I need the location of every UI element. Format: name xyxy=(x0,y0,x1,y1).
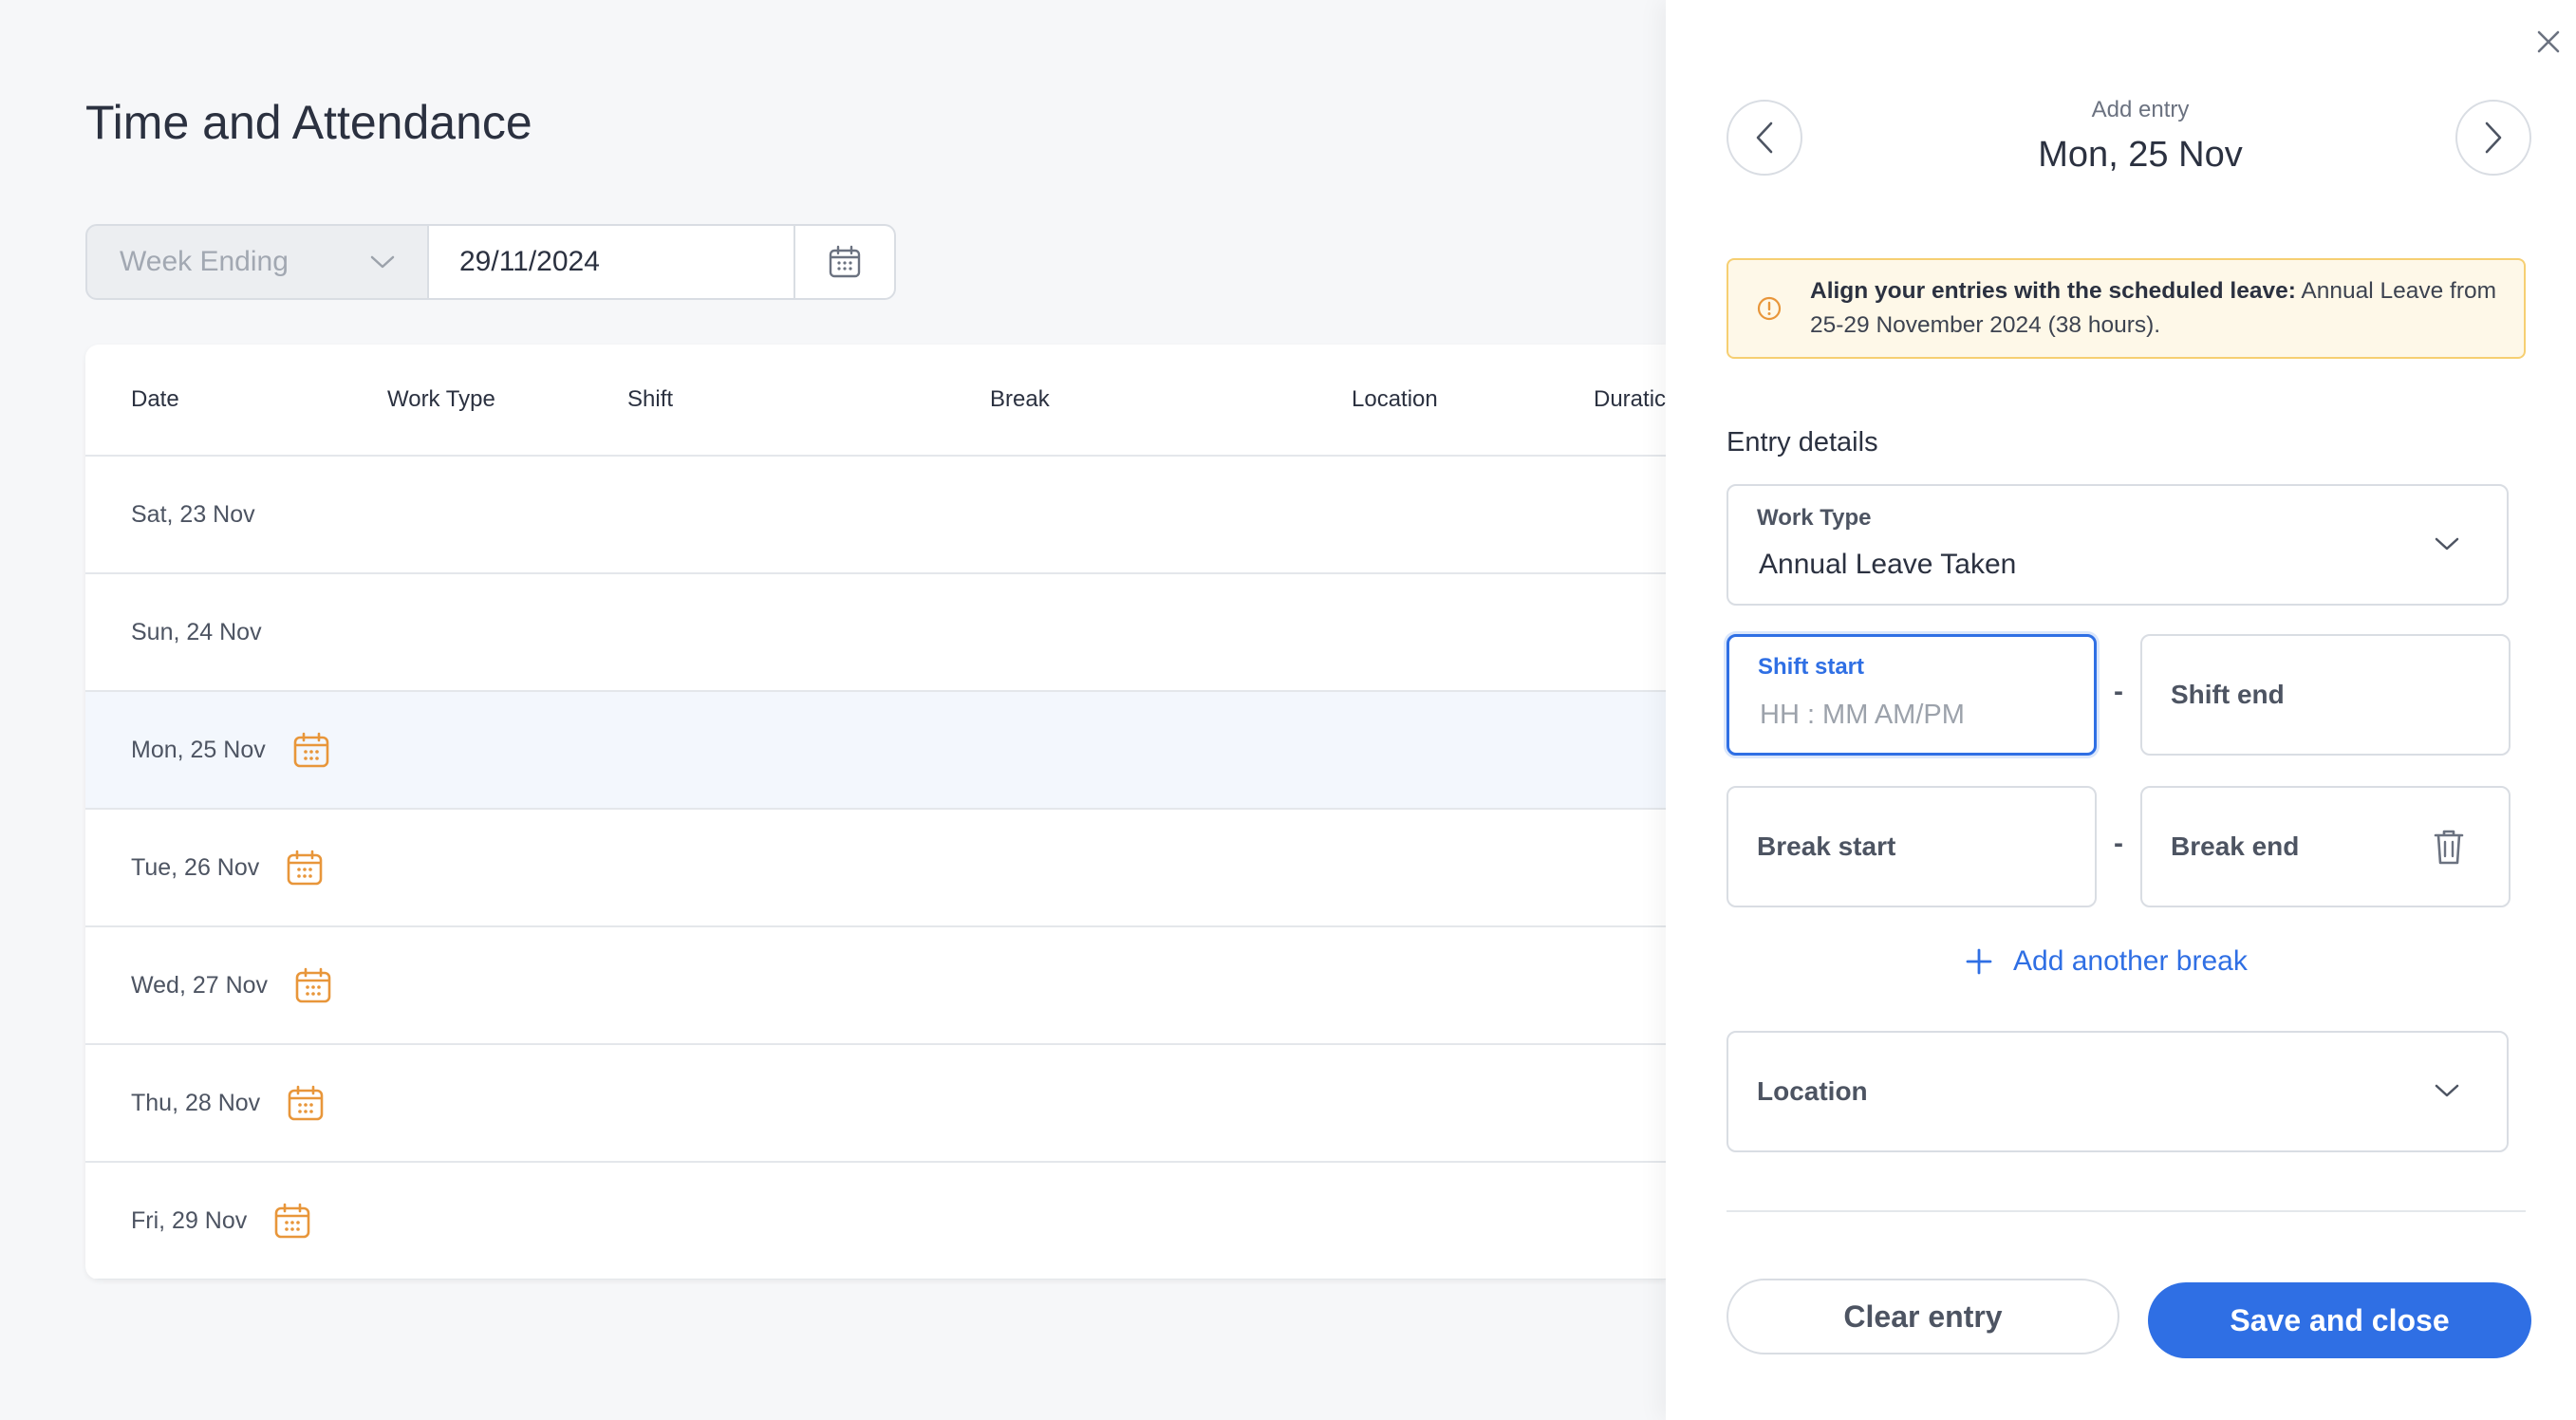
shift-end-label: Shift end xyxy=(2171,680,2285,709)
leave-calendar-icon xyxy=(273,1202,311,1240)
break-start-label: Break start xyxy=(1757,831,1896,861)
column-header-duration: Duratic xyxy=(1594,386,1666,412)
trash-icon[interactable] xyxy=(2433,828,2465,866)
location-label: Location xyxy=(1757,1076,1868,1106)
alert-message-bold: Align your entries with the scheduled le… xyxy=(1810,278,2296,304)
row-date: Thu, 28 Nov xyxy=(131,1089,261,1116)
close-drawer-button[interactable] xyxy=(2531,25,2566,59)
table-row[interactable]: Sat, 23 Nov xyxy=(85,457,1666,574)
next-day-button[interactable] xyxy=(2455,100,2531,176)
table-row[interactable]: Sun, 24 Nov xyxy=(85,574,1666,692)
table-body: Sat, 23 Nov Sun, 24 Nov Mon, 25 Nov Tue, 26… xyxy=(85,457,1666,1280)
plus-icon xyxy=(1966,948,1992,975)
scheduled-leave-alert: Align your entries with the scheduled le… xyxy=(1727,258,2526,359)
shift-start-label: Shift start xyxy=(1758,654,1865,680)
table-row[interactable]: Wed, 27 Nov xyxy=(85,927,1666,1045)
shift-start-input[interactable]: Shift start HH : MM AM/PM xyxy=(1727,634,2097,756)
add-another-break-label: Add another break xyxy=(2013,945,2248,977)
divider xyxy=(1727,1210,2526,1212)
period-select-label: Week Ending xyxy=(120,246,289,277)
break-separator: - xyxy=(2114,828,2123,859)
column-header-break: Break xyxy=(990,386,1050,412)
save-and-close-button[interactable]: Save and close xyxy=(2148,1282,2531,1358)
table-row[interactable]: Tue, 26 Nov xyxy=(85,810,1666,927)
row-date: Fri, 29 Nov xyxy=(131,1206,248,1234)
table-row[interactable]: Fri, 29 Nov xyxy=(85,1163,1666,1280)
leave-calendar-icon xyxy=(294,966,332,1004)
row-date: Sat, 23 Nov xyxy=(131,500,255,528)
calendar-icon xyxy=(829,245,861,278)
close-icon xyxy=(2537,30,2560,53)
shift-end-input[interactable]: Shift end xyxy=(2140,634,2511,756)
info-icon xyxy=(1757,296,1782,321)
entry-drawer: Add entry Mon, 25 Nov Align your entries… xyxy=(1666,0,2576,1420)
column-header-location: Location xyxy=(1352,386,1438,412)
work-type-value: Annual Leave Taken xyxy=(1759,549,2017,580)
work-type-select[interactable]: Work Type Annual Leave Taken xyxy=(1727,484,2509,606)
date-picker-button[interactable] xyxy=(795,224,896,300)
chevron-right-icon xyxy=(2485,121,2502,154)
break-start-input[interactable]: Break start xyxy=(1727,786,2097,907)
location-select[interactable]: Location xyxy=(1727,1031,2509,1152)
week-ending-date-input[interactable]: 29/11/2024 xyxy=(429,224,795,300)
entry-details-heading: Entry details xyxy=(1727,427,1878,458)
attendance-table: Date Work Type Shift Break Location Dura… xyxy=(85,345,1666,1280)
leave-calendar-icon xyxy=(287,1084,325,1122)
main-page: Time and Attendance Week Ending 29/11/20… xyxy=(0,0,1666,1420)
chevron-down-icon xyxy=(2435,1084,2459,1097)
clear-entry-button[interactable]: Clear entry xyxy=(1727,1279,2119,1355)
drawer-header: Add entry Mon, 25 Nov xyxy=(1875,97,2406,176)
page-title: Time and Attendance xyxy=(85,96,532,149)
break-end-label: Break end xyxy=(2171,831,2300,861)
break-end-input[interactable]: Break end xyxy=(2140,786,2511,907)
table-header: Date Work Type Shift Break Location Dura… xyxy=(85,345,1666,457)
alert-message: Align your entries with the scheduled le… xyxy=(1810,274,2505,343)
row-date: Tue, 26 Nov xyxy=(131,853,260,881)
row-date: Mon, 25 Nov xyxy=(131,736,266,763)
period-select[interactable]: Week Ending xyxy=(85,224,429,300)
leave-calendar-icon xyxy=(286,849,324,887)
table-row[interactable]: Mon, 25 Nov xyxy=(85,692,1666,810)
work-type-label: Work Type xyxy=(1757,505,1872,531)
row-date: Wed, 27 Nov xyxy=(131,971,269,999)
week-filter: Week Ending 29/11/2024 xyxy=(85,224,896,300)
leave-calendar-icon xyxy=(292,731,330,769)
chevron-down-icon xyxy=(2435,537,2459,551)
table-row[interactable]: Thu, 28 Nov xyxy=(85,1045,1666,1163)
previous-day-button[interactable] xyxy=(1727,100,1802,176)
drawer-subtitle: Add entry xyxy=(2091,97,2190,122)
shift-start-placeholder: HH : MM AM/PM xyxy=(1760,700,1965,730)
drawer-title: Mon, 25 Nov xyxy=(2038,135,2243,175)
chevron-left-icon xyxy=(1756,121,1773,154)
shift-separator: - xyxy=(2114,676,2123,707)
column-header-shift: Shift xyxy=(627,386,674,412)
column-header-work-type: Work Type xyxy=(387,386,495,412)
add-another-break-button[interactable]: Add another break xyxy=(1966,945,2248,978)
column-header-date: Date xyxy=(131,386,179,412)
chevron-down-icon xyxy=(370,255,395,269)
row-date: Sun, 24 Nov xyxy=(131,618,262,645)
